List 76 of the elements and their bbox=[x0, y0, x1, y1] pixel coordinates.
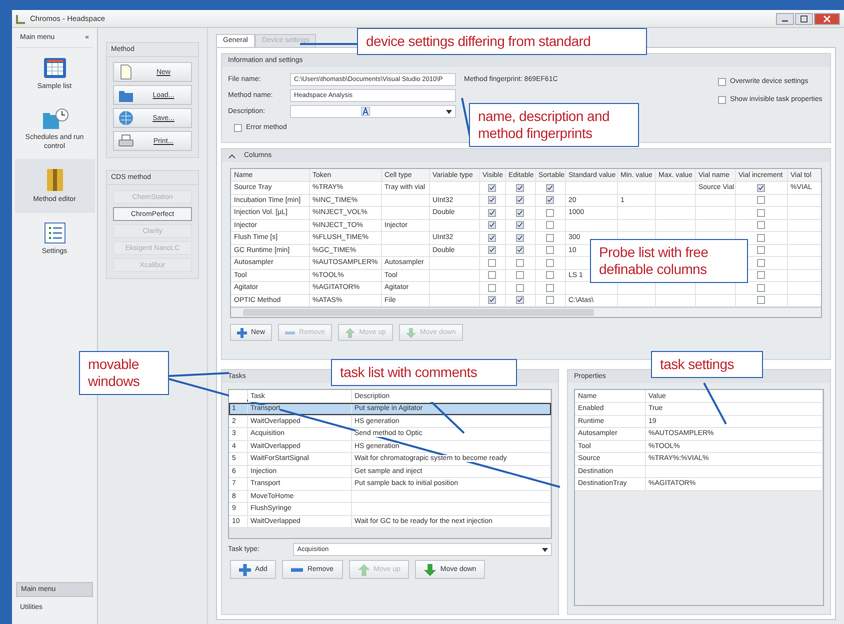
checkbox[interactable] bbox=[516, 246, 524, 254]
checkbox[interactable] bbox=[488, 271, 496, 280]
callout: movable windows bbox=[79, 351, 169, 395]
list-icon bbox=[42, 220, 66, 245]
text-format-icon bbox=[361, 107, 370, 116]
checkbox[interactable] bbox=[546, 284, 554, 292]
checkbox[interactable] bbox=[488, 208, 496, 217]
plus-icon bbox=[239, 564, 251, 576]
checkbox[interactable] bbox=[516, 284, 524, 292]
checkbox[interactable] bbox=[488, 184, 496, 192]
checkbox[interactable] bbox=[516, 234, 524, 242]
calendar-icon bbox=[42, 56, 68, 80]
printer-icon bbox=[118, 133, 134, 149]
checkbox[interactable] bbox=[516, 258, 524, 267]
checkbox[interactable] bbox=[516, 208, 524, 217]
caret-icon bbox=[542, 548, 548, 552]
checkbox[interactable] bbox=[488, 246, 496, 254]
checkbox[interactable] bbox=[546, 196, 554, 204]
down-arrow-icon bbox=[424, 564, 436, 576]
checkbox[interactable] bbox=[488, 234, 496, 242]
checkbox[interactable] bbox=[546, 271, 554, 280]
caret-icon bbox=[446, 110, 452, 114]
checkbox[interactable] bbox=[757, 258, 765, 267]
checkbox[interactable] bbox=[516, 296, 524, 304]
callout: device settings differing from standard bbox=[357, 28, 647, 55]
checkbox[interactable] bbox=[718, 78, 726, 86]
leader-line bbox=[461, 98, 471, 138]
chevron-icon[interactable] bbox=[228, 152, 236, 158]
checkbox[interactable] bbox=[488, 258, 496, 267]
checkbox[interactable] bbox=[488, 196, 496, 204]
close-button[interactable] bbox=[814, 12, 840, 24]
callout: task list with comments bbox=[331, 359, 517, 386]
globe-icon bbox=[118, 110, 134, 126]
plus-icon bbox=[237, 328, 247, 338]
maximize-icon bbox=[800, 14, 808, 22]
minimize-button[interactable] bbox=[776, 12, 794, 24]
checkbox[interactable] bbox=[546, 234, 554, 242]
checkbox[interactable] bbox=[516, 196, 524, 204]
checkbox[interactable] bbox=[757, 221, 765, 230]
checkbox[interactable] bbox=[546, 258, 554, 267]
checkbox[interactable] bbox=[516, 221, 524, 230]
horizontal-scrollbar[interactable] bbox=[231, 307, 821, 317]
checkbox[interactable] bbox=[234, 124, 242, 132]
checkbox[interactable] bbox=[516, 271, 524, 280]
description-dropdown[interactable] bbox=[290, 105, 456, 118]
down-arrow-icon bbox=[406, 328, 416, 338]
app-icon bbox=[16, 14, 26, 24]
checkbox[interactable] bbox=[757, 284, 765, 292]
up-arrow-icon bbox=[358, 564, 370, 576]
leader-line bbox=[300, 43, 357, 45]
folder-clock-icon bbox=[40, 107, 68, 132]
callout: task settings bbox=[651, 351, 763, 378]
checkbox[interactable] bbox=[488, 284, 496, 292]
up-arrow-icon bbox=[345, 328, 356, 338]
checkbox[interactable] bbox=[546, 221, 554, 230]
checkbox[interactable] bbox=[488, 296, 496, 304]
maximize-button[interactable] bbox=[795, 12, 813, 24]
checkbox[interactable] bbox=[516, 184, 524, 192]
checkbox[interactable] bbox=[546, 184, 554, 192]
checkbox[interactable] bbox=[757, 271, 765, 280]
checkbox[interactable] bbox=[546, 208, 554, 217]
leader-line bbox=[703, 382, 727, 424]
checkbox[interactable] bbox=[757, 246, 765, 254]
checkbox[interactable] bbox=[718, 96, 726, 104]
checkbox[interactable] bbox=[488, 221, 496, 230]
checkbox[interactable] bbox=[757, 208, 765, 217]
document-icon bbox=[118, 64, 134, 80]
close-icon bbox=[823, 14, 831, 22]
checkbox[interactable] bbox=[757, 184, 765, 192]
checkbox[interactable] bbox=[757, 196, 765, 204]
checkbox[interactable] bbox=[757, 234, 765, 242]
checkbox[interactable] bbox=[546, 296, 554, 304]
checkbox[interactable] bbox=[546, 246, 554, 254]
checkbox[interactable] bbox=[757, 296, 765, 304]
callout: name, description and method fingerprints bbox=[469, 103, 639, 147]
callout: Probe list with free definable columns bbox=[590, 239, 748, 283]
